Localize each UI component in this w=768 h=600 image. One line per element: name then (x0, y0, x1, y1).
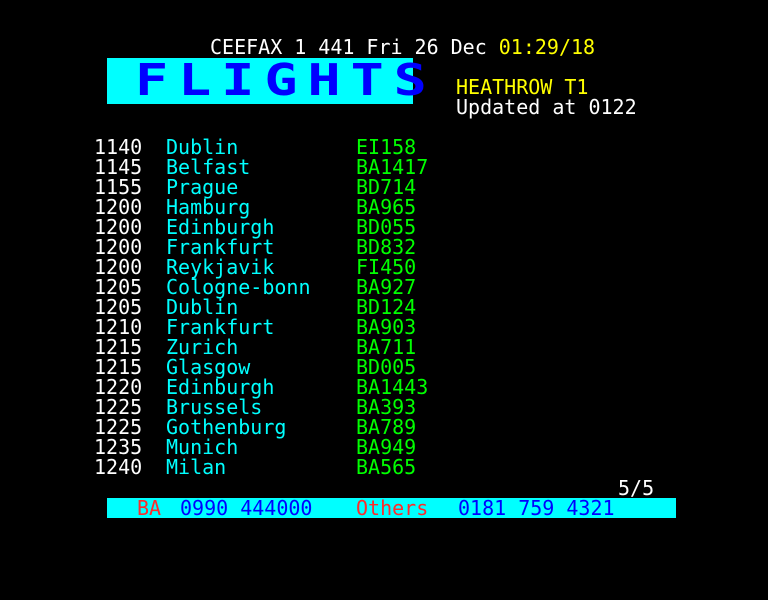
departure-time: 1205 (94, 295, 143, 319)
flight-number: BA927 (356, 275, 417, 299)
flight-number: BA903 (356, 315, 417, 339)
destination: Frankfurt (166, 235, 275, 259)
departure-time: 1155 (94, 175, 143, 199)
list-item: 1210 Frankfurt BA903 (94, 317, 494, 337)
day-of-week: Fri (366, 35, 403, 59)
others-label: Others (356, 496, 429, 520)
flight-number: EI158 (356, 135, 417, 159)
ba-phone-number: 0990 444000 (180, 496, 313, 520)
destination: Gothenburg (166, 415, 287, 439)
channel-number: 1 (294, 35, 307, 59)
destination: Milan (166, 455, 227, 479)
destination: Dublin (166, 295, 239, 319)
list-item: 1225 Brussels BA393 (94, 397, 494, 417)
destination: Cologne-bonn (166, 275, 311, 299)
list-item: 1140 Dublin EI158 (94, 137, 494, 157)
contact-bar: BA 0990 444000 Others 0181 759 4321 (107, 498, 676, 518)
clock: 01:29/18 (498, 35, 596, 59)
departure-time: 1215 (94, 355, 143, 379)
others-phone-number: 0181 759 4321 (458, 496, 615, 520)
departure-time: 1205 (94, 275, 143, 299)
destination: Belfast (166, 155, 251, 179)
departure-time: 1225 (94, 415, 143, 439)
destination: Glasgow (166, 355, 251, 379)
page-number: 441 (318, 35, 355, 59)
flight-number: BA393 (356, 395, 417, 419)
destination: Zurich (166, 335, 239, 359)
list-item: 1200 Hamburg BA965 (94, 197, 494, 217)
flight-number: BA965 (356, 195, 417, 219)
flight-number: BD005 (356, 355, 417, 379)
flight-number: BA711 (356, 335, 417, 359)
list-item: 1235 Munich BA949 (94, 437, 494, 457)
departure-time: 1225 (94, 395, 143, 419)
departure-time: 1220 (94, 375, 143, 399)
flight-number: BA949 (356, 435, 417, 459)
day-of-month: 26 (414, 35, 439, 59)
service-name: CEEFAX (210, 35, 283, 59)
departure-time: 1210 (94, 315, 143, 339)
destination: Dublin (166, 135, 239, 159)
list-item: 1205 Cologne-bonn BA927 (94, 277, 494, 297)
flight-number: FI450 (356, 255, 417, 279)
destination: Brussels (166, 395, 263, 419)
subpage-indicator: 5/5 (618, 476, 655, 500)
ba-label: BA (137, 496, 162, 520)
flight-number: BA789 (356, 415, 417, 439)
departure-time: 1215 (94, 335, 143, 359)
departure-time: 1240 (94, 455, 143, 479)
flight-number: BA1417 (356, 155, 429, 179)
departure-time: 1200 (94, 195, 143, 219)
page-banner: FLIGHTS (107, 58, 427, 104)
list-item: 1225 Gothenburg BA789 (94, 417, 494, 437)
flight-number: BD714 (356, 175, 417, 199)
departure-time: 1200 (94, 235, 143, 259)
list-item: 1200 Reykjavik FI450 (94, 257, 494, 277)
destination: Munich (166, 435, 239, 459)
list-item: 1205 Dublin BD124 (94, 297, 494, 317)
list-item: 1145 Belfast BA1417 (94, 157, 494, 177)
list-item: 1215 Zurich BA711 (94, 337, 494, 357)
destination: Reykjavik (166, 255, 275, 279)
destination: Edinburgh (166, 375, 275, 399)
list-item: 1200 Edinburgh BD055 (94, 217, 494, 237)
destination: Hamburg (166, 195, 251, 219)
flight-number: BD832 (356, 235, 417, 259)
departure-time: 1200 (94, 255, 143, 279)
last-updated: Updated at 0122 (456, 95, 637, 119)
teletext-header: CEEFAX 1 441 Fri 26 Dec 01:29/18 (210, 37, 595, 57)
departure-time: 1200 (94, 215, 143, 239)
list-item: 1240 Milan BA565 (94, 457, 494, 477)
page-title: FLIGHTS (135, 55, 437, 106)
list-item: 1220 Edinburgh BA1443 (94, 377, 494, 397)
destination: Prague (166, 175, 239, 199)
departure-time: 1235 (94, 435, 143, 459)
flight-number: BA565 (356, 455, 417, 479)
flights-list: 1140 Dublin EI158 1145 Belfast BA1417 1155 Pr… (94, 137, 494, 477)
flight-number: BA1443 (356, 375, 429, 399)
list-item: 1215 Glasgow BD005 (94, 357, 494, 377)
departure-time: 1140 (94, 135, 143, 159)
list-item: 1155 Prague BD714 (94, 177, 494, 197)
departure-time: 1145 (94, 155, 143, 179)
flight-number: BD124 (356, 295, 417, 319)
destination: Frankfurt (166, 315, 275, 339)
list-item: 1200 Frankfurt BD832 (94, 237, 494, 257)
airport-terminal: HEATHROW T1 (456, 75, 589, 99)
destination: Edinburgh (166, 215, 275, 239)
month: Dec (450, 35, 487, 59)
flight-number: BD055 (356, 215, 417, 239)
